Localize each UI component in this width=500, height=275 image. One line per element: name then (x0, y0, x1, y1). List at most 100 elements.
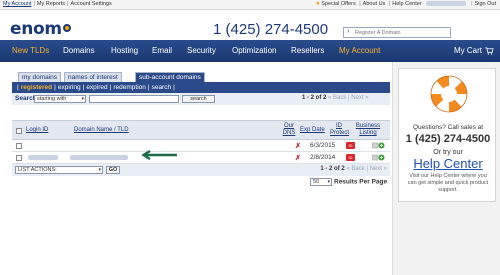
my-cart-link[interactable]: My Cart (454, 46, 482, 55)
business-listing-add-icon[interactable] (372, 142, 385, 149)
filter-expired[interactable]: expired (86, 84, 107, 91)
dns-unavailable-icon: ✗ (295, 155, 301, 162)
domain-search-box: › (343, 27, 451, 38)
nav-hosting[interactable]: Hosting (111, 46, 138, 55)
pager-back[interactable]: Back (333, 95, 346, 101)
id-protect-icon[interactable]: ID (346, 142, 355, 149)
select-all-checkbox[interactable] (16, 128, 22, 134)
pointer-arrow-icon (142, 150, 177, 160)
special-offers-link[interactable]: Special Offers (321, 1, 355, 7)
tab-sub-account-domains[interactable]: sub-account domains (135, 72, 205, 82)
chevron-down-icon: ▾ (327, 179, 330, 185)
pager-bottom: 1 - 2 of 2 « Back | Next » (320, 166, 387, 172)
nav-resellers[interactable]: Resellers (291, 46, 324, 55)
nav-security[interactable]: Security (187, 46, 216, 55)
cart-icon[interactable] (485, 47, 494, 55)
pager-count: 1 - 2 of 2 (302, 95, 327, 101)
row-checkbox[interactable] (16, 155, 22, 161)
support-sidebar: Questions? Call sales at 1 (425) 274-450… (392, 62, 500, 275)
list-actions-select[interactable]: LIST ACTIONS: ▾ (15, 166, 103, 174)
status-filter-bar: | registered | expiring | expired | redemption |… (12, 82, 390, 93)
domain-search-input[interactable] (355, 29, 449, 37)
pager-first[interactable]: « (328, 95, 331, 101)
per-page-select[interactable]: 50 ▾ (310, 178, 332, 186)
header-phone: 1 (425) 274-4500 (213, 21, 329, 38)
pager-next[interactable]: Next (370, 166, 382, 172)
search-row: Search starting with ▾ search 1 - 2 of 2 … (12, 93, 390, 105)
pager-last[interactable]: » (384, 166, 387, 172)
tab-names-of-interest[interactable]: names of interest (64, 72, 122, 82)
table-row[interactable]: ✗ 6/3/2015 ID (12, 140, 390, 152)
col-login-id[interactable]: Login ID (26, 127, 48, 134)
support-panel: Questions? Call sales at 1 (425) 274-450… (398, 68, 496, 202)
per-page-value: 50 (313, 179, 320, 185)
logo-dot-icon (62, 24, 71, 32)
support-question: Questions? Call sales at (412, 124, 484, 131)
col-business-listing[interactable]: Business Listing (354, 123, 382, 137)
main-nav: New TLDs Domains Hosting Email Security … (0, 40, 500, 62)
logo-text: enom (10, 19, 62, 39)
col-domain-name[interactable]: Domain Name / TLD (74, 127, 129, 134)
help-center-description: Visit our Help Center where you can get … (407, 173, 489, 193)
enom-logo[interactable]: enom (10, 19, 71, 39)
help-center-link[interactable]: Help Center (392, 1, 421, 7)
pager-next[interactable]: Next (351, 95, 363, 101)
account-links: My Account | My Reports | Account Settings (3, 1, 112, 7)
chevron-down-icon: ▾ (98, 167, 101, 173)
my-account-link[interactable]: My Account (3, 1, 31, 7)
list-actions-value: LIST ACTIONS: (18, 167, 57, 173)
nav-new-tlds[interactable]: New TLDs (12, 46, 49, 55)
header: enom 1 (425) 274-4500 › (0, 10, 500, 40)
filter-registered[interactable]: registered (21, 84, 52, 91)
user-name-redacted (426, 1, 467, 7)
star-icon: ★ (315, 1, 321, 7)
nav-optimization[interactable]: Optimization (232, 46, 276, 55)
domain-name-redacted[interactable] (70, 155, 128, 160)
col-our-dns[interactable]: Our DNS (282, 123, 296, 137)
pager-top: 1 - 2 of 2 « Back | Next » (302, 95, 369, 101)
help-center-sidebar-link[interactable]: Help Center (399, 156, 497, 171)
col-exp-date[interactable]: Exp Date (300, 127, 325, 134)
search-text-input[interactable] (89, 94, 179, 103)
pager-first[interactable]: « (346, 166, 349, 172)
support-phone: 1 (425) 274-4500 (405, 133, 491, 145)
id-protect-icon[interactable]: ID (346, 154, 355, 161)
exp-date: 2/8/2014 (310, 154, 336, 161)
table-header: Login ID Domain Name / TLD Our DNS Exp D… (12, 120, 390, 140)
filter-expiring[interactable]: expiring (58, 84, 81, 91)
search-mode-select[interactable]: starting with ▾ (34, 94, 86, 103)
sign-out-link[interactable]: Sign Out (475, 1, 496, 7)
support-try-text: Or try our (433, 149, 463, 156)
about-us-link[interactable]: About Us (363, 1, 386, 7)
business-listing-add-icon[interactable] (372, 154, 385, 161)
exp-date: 6/3/2015 (310, 142, 336, 149)
life-ring-icon (430, 75, 468, 113)
nav-domains[interactable]: Domains (63, 46, 95, 55)
pager-last[interactable]: » (365, 95, 368, 101)
nav-my-account[interactable]: My Account (339, 46, 380, 55)
go-button[interactable]: GO (106, 166, 120, 174)
filter-redemption[interactable]: redemption (113, 84, 146, 91)
filter-search[interactable]: search (152, 84, 172, 91)
login-id-redacted (28, 155, 58, 160)
search-button[interactable]: search (182, 94, 215, 103)
top-utility-bar: My Account | My Reports | Account Settings ★… (0, 0, 500, 10)
search-mode-value: starting with (37, 95, 67, 102)
per-page-label: Results Per Page (334, 178, 388, 186)
pager-back[interactable]: Back (351, 166, 364, 172)
chevron-down-icon: ▾ (81, 95, 84, 102)
table-row[interactable]: ✗ 2/8/2014 ID (12, 152, 390, 164)
list-actions-row: LIST ACTIONS: ▾ GO 1 - 2 of 2 « Back | Ne… (12, 164, 390, 176)
dns-unavailable-icon: ✗ (295, 143, 301, 150)
utility-links: ★Special Offers | About Us | Help Center |… (315, 1, 496, 7)
pager-count: 1 - 2 of 2 (320, 166, 345, 172)
col-id-protect[interactable]: ID Protect (330, 123, 349, 137)
account-settings-link[interactable]: Account Settings (70, 1, 111, 7)
row-checkbox[interactable] (16, 143, 22, 149)
chevron-right-icon: › (347, 28, 350, 35)
nav-email[interactable]: Email (152, 46, 172, 55)
my-reports-link[interactable]: My Reports (37, 1, 65, 7)
results-per-page: 50 ▾ Results Per Page (310, 178, 387, 188)
domain-list-panel: my domains names of interest sub-account… (12, 72, 390, 192)
tab-my-domains[interactable]: my domains (18, 72, 62, 82)
